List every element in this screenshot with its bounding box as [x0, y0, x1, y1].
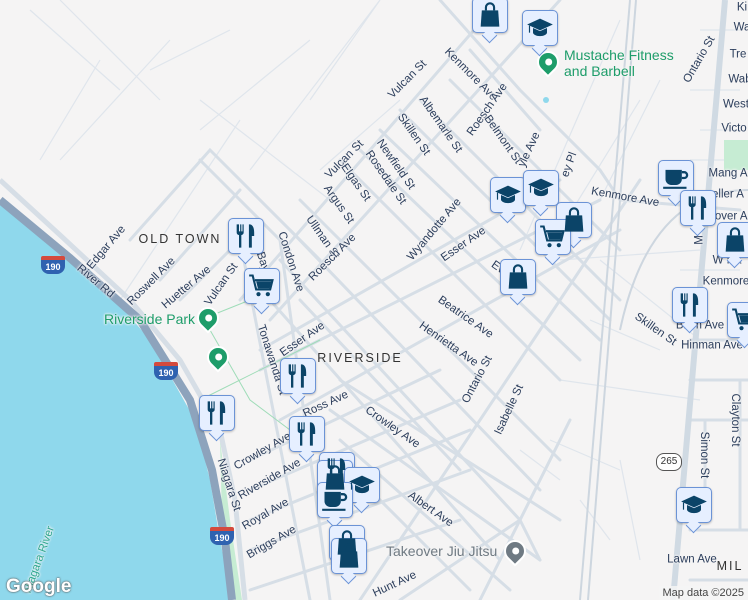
restaurant-marker[interactable] — [280, 358, 316, 394]
restaurant-icon — [203, 399, 231, 427]
restaurant-marker[interactable] — [289, 416, 325, 452]
shopping-bag-icon — [476, 1, 504, 29]
street-label: eller A — [712, 188, 744, 201]
school-icon — [680, 491, 708, 519]
shopping-bag-icon — [335, 542, 363, 570]
street-label: Simon St — [697, 431, 710, 479]
shopping-bag-marker[interactable] — [717, 222, 748, 258]
restaurant-marker[interactable] — [672, 287, 708, 323]
neighborhood-label: OLD TOWN — [138, 231, 222, 246]
restaurant-icon — [232, 222, 260, 250]
interstate-190-shield: 190 — [210, 527, 234, 545]
restaurant-marker[interactable] — [680, 190, 716, 226]
street-label: M — [693, 235, 706, 245]
restaurant-icon — [284, 362, 312, 390]
poi-label-jiujitsu[interactable]: Takeover Jiu Jitsu — [386, 544, 497, 558]
street-label: Tre — [729, 48, 747, 61]
cart-icon — [248, 272, 276, 300]
neighborhood-label: MIL — [716, 558, 744, 573]
cart-icon — [731, 306, 748, 334]
shopping-bag-marker[interactable] — [472, 0, 508, 33]
coffee-icon — [662, 164, 690, 192]
shopping-bag-marker[interactable] — [500, 259, 536, 295]
school-marker[interactable] — [523, 170, 559, 206]
restaurant-icon — [676, 291, 704, 319]
school-icon — [526, 14, 554, 42]
interstate-190-shield: 190 — [41, 256, 65, 274]
school-icon — [527, 174, 555, 202]
street-label: West — [723, 98, 748, 111]
park-area — [724, 140, 748, 170]
street-label: Wa — [733, 21, 748, 34]
school-marker[interactable] — [344, 467, 380, 503]
poi-label-park[interactable]: Riverside Park — [104, 312, 195, 326]
coffee-marker[interactable] — [317, 482, 353, 518]
state-route-265-shield: 265 — [656, 453, 682, 471]
shopping-bag-marker[interactable] — [331, 538, 367, 574]
google-logo: Google — [6, 576, 72, 597]
school-marker[interactable] — [490, 177, 526, 213]
restaurant-icon — [684, 194, 712, 222]
restaurant-icon — [293, 420, 321, 448]
school-icon — [348, 471, 376, 499]
street-label: Kenmore — [702, 275, 748, 288]
map-attribution[interactable]: Map data ©2025 — [658, 586, 748, 600]
street-label: Ki — [736, 1, 748, 14]
interstate-190-shield: 190 — [154, 362, 178, 380]
street-label: Mang A — [708, 167, 748, 180]
street-label: Wab — [728, 73, 748, 86]
pond — [543, 97, 549, 103]
cart-marker[interactable] — [535, 219, 571, 255]
cart-marker[interactable] — [727, 302, 748, 338]
street-label: Victo — [721, 122, 747, 135]
shopping-bag-icon — [504, 263, 532, 291]
street-label: Hinman Ave — [681, 339, 743, 352]
school-icon — [494, 181, 522, 209]
cart-marker[interactable] — [244, 268, 280, 304]
cart-icon — [539, 223, 567, 251]
school-marker[interactable] — [676, 487, 712, 523]
map-canvas[interactable] — [0, 0, 748, 600]
neighborhood-label: RIVERSIDE — [317, 350, 403, 365]
coffee-icon — [321, 486, 349, 514]
poi-label-fitness[interactable]: Mustache Fitness and Barbell — [564, 47, 694, 79]
restaurant-marker[interactable] — [228, 218, 264, 254]
shopping-bag-icon — [721, 226, 748, 254]
street-label: Lawn Ave — [667, 553, 717, 566]
school-marker[interactable] — [522, 10, 558, 46]
street-label: Clayton St — [728, 393, 741, 447]
restaurant-marker[interactable] — [199, 395, 235, 431]
coffee-marker[interactable] — [658, 160, 694, 196]
